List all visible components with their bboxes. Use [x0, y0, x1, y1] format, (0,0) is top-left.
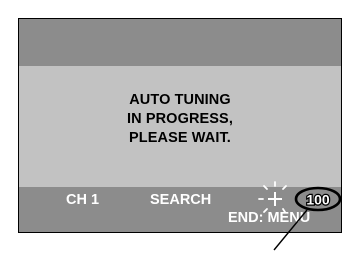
progress-value: 100	[306, 192, 330, 208]
callout-leader-line	[273, 209, 308, 251]
callout-overlay: 100	[258, 181, 342, 251]
progress-callout: 100	[273, 186, 342, 251]
sparkle-plus-icon	[258, 181, 287, 213]
